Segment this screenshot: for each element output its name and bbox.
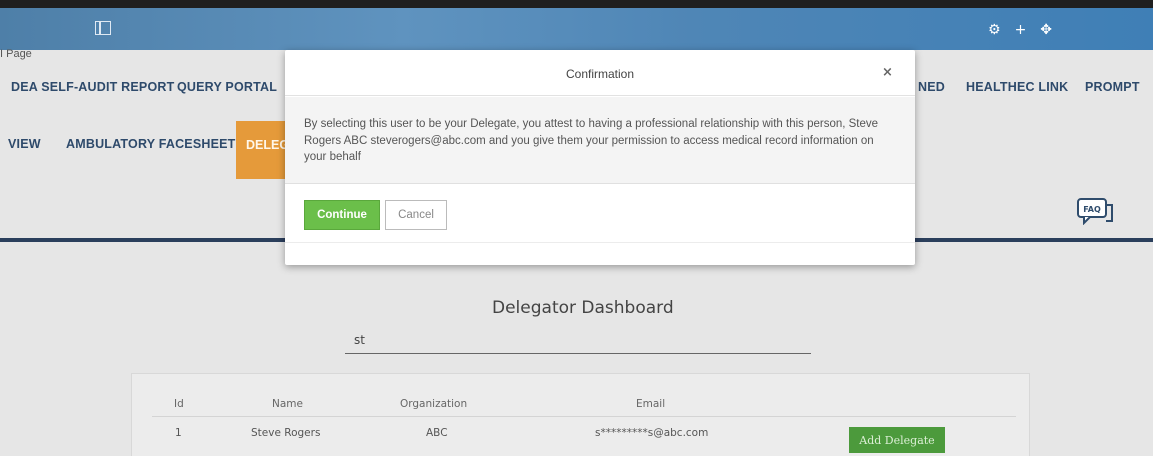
modal-message: By selecting this user to be your Delega…: [304, 118, 879, 163]
page: ⚙ + ✥ I Page DEA SELF-AUDIT REPORT QUERY…: [0, 0, 1153, 456]
continue-button[interactable]: Continue: [304, 200, 380, 230]
cancel-button[interactable]: Cancel: [385, 200, 447, 230]
modal-body: By selecting this user to be your Delega…: [285, 97, 915, 184]
modal-footer: Continue Cancel: [285, 185, 915, 243]
modal-title: Confirmation: [565, 67, 635, 81]
confirmation-modal: Confirmation × By selecting this user to…: [285, 50, 915, 265]
modal-header: Confirmation ×: [285, 50, 915, 96]
close-icon[interactable]: ×: [882, 65, 893, 80]
